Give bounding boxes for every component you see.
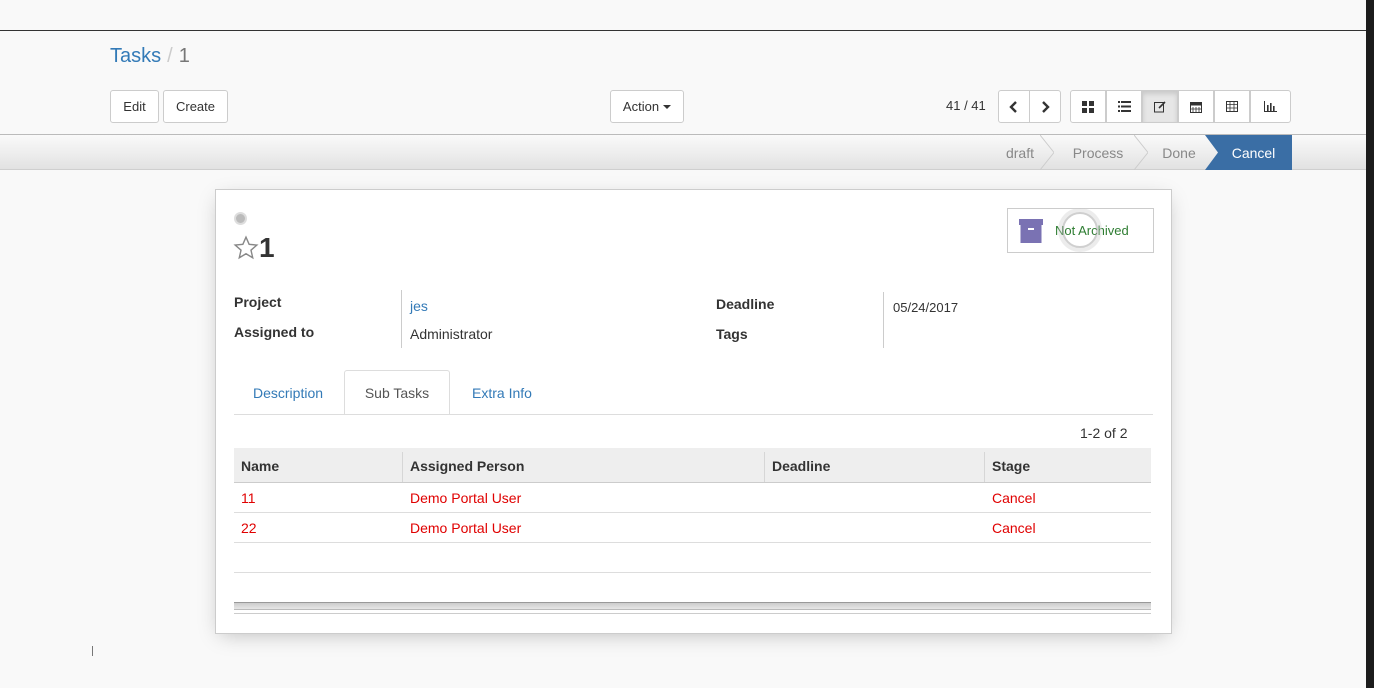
column-header-name[interactable]: Name: [241, 448, 279, 483]
calendar-view-button[interactable]: [1178, 90, 1214, 123]
tab-description[interactable]: Description: [234, 370, 342, 415]
calendar-view-icon: [1190, 101, 1202, 113]
action-label: Action: [622, 99, 660, 114]
action-dropdown[interactable]: Action: [610, 90, 684, 123]
row-divider: [234, 542, 1151, 543]
caret-down-icon: [663, 104, 672, 109]
assigned-to-value: Administrator: [410, 326, 493, 342]
record-title: 1: [233, 232, 275, 264]
kanban-state-indicator[interactable]: [234, 212, 247, 225]
breadcrumb: Tasks /1: [110, 45, 190, 68]
project-label: Project: [234, 294, 282, 310]
stage-process[interactable]: Process: [1058, 135, 1138, 170]
project-value-link[interactable]: jes: [410, 298, 428, 314]
tags-label: Tags: [716, 326, 748, 342]
deadline-label: Deadline: [716, 296, 775, 312]
stage-done[interactable]: Done: [1148, 135, 1210, 170]
form-view-button[interactable]: [1142, 90, 1178, 123]
row-name-cell[interactable]: 22: [241, 520, 257, 536]
stage-separator-icon: [1134, 135, 1148, 170]
column-separator: [402, 452, 403, 482]
field-divider: [401, 290, 402, 348]
text-cursor: [92, 646, 93, 656]
tab-extra-info[interactable]: Extra Info: [452, 370, 552, 415]
breadcrumb-current: 1: [178, 45, 190, 67]
row-divider: [234, 512, 1151, 513]
column-header-stage[interactable]: Stage: [992, 448, 1030, 483]
pager-next-button[interactable]: [1029, 90, 1061, 123]
list-view-button[interactable]: [1106, 90, 1142, 123]
chevron-left-icon: [1009, 100, 1017, 113]
row-divider: [234, 572, 1151, 573]
row-assigned-cell[interactable]: Demo Portal User: [410, 490, 521, 506]
field-divider: [883, 292, 884, 348]
chevron-right-icon: [1042, 100, 1050, 113]
breadcrumb-separator: /: [167, 45, 173, 67]
deadline-value: 05/24/2017: [893, 300, 959, 315]
pager-previous-button[interactable]: [998, 90, 1030, 123]
record-name: 1: [259, 232, 275, 263]
column-separator: [984, 452, 985, 482]
subtasks-pager[interactable]: 1-2 of 2: [1080, 425, 1127, 441]
pivot-view-button[interactable]: [1214, 90, 1250, 123]
stage-cancel[interactable]: Cancel: [1215, 135, 1292, 170]
click-ripple: [1062, 212, 1098, 248]
kanban-view-button[interactable]: [1070, 90, 1106, 123]
star-icon[interactable]: [233, 235, 259, 261]
assigned-to-label: Assigned to: [234, 324, 315, 340]
tab-divider: [234, 414, 1153, 415]
stage-separator-icon: [1040, 135, 1054, 170]
kanban-view-icon: [1082, 100, 1094, 113]
tab-sub-tasks[interactable]: Sub Tasks: [344, 370, 450, 415]
row-stage-cell[interactable]: Cancel: [992, 520, 1036, 536]
graph-view-icon: [1264, 101, 1277, 112]
table-footer-line: [234, 613, 1151, 614]
window-edge: [1366, 0, 1374, 688]
column-header-deadline[interactable]: Deadline: [772, 448, 830, 483]
pager-value[interactable]: 41 / 41: [946, 98, 986, 113]
pivot-view-icon: [1226, 101, 1238, 112]
row-name-cell[interactable]: 11: [241, 490, 256, 506]
column-separator: [764, 452, 765, 482]
list-view-icon: [1117, 101, 1131, 112]
create-button[interactable]: Create: [163, 90, 228, 123]
archive-box-icon: [1019, 218, 1043, 243]
top-divider: [0, 30, 1366, 31]
row-assigned-cell[interactable]: Demo Portal User: [410, 520, 521, 536]
graph-view-button[interactable]: [1250, 90, 1291, 123]
form-view-icon: [1154, 100, 1166, 112]
table-footer: [234, 602, 1151, 610]
breadcrumb-tasks-link[interactable]: Tasks: [110, 45, 161, 67]
row-stage-cell[interactable]: Cancel: [992, 490, 1036, 506]
column-header-assigned-person[interactable]: Assigned Person: [410, 448, 524, 483]
edit-button[interactable]: Edit: [110, 90, 159, 123]
